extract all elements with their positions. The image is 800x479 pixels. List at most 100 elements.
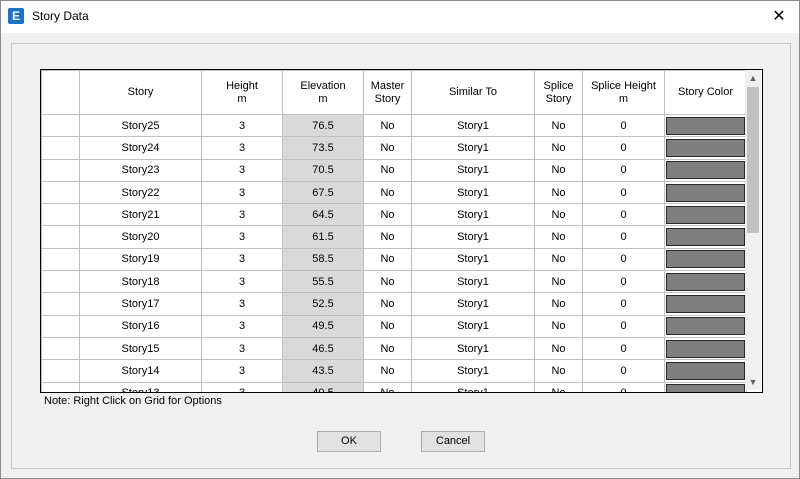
cell-splice[interactable]: No	[534, 292, 583, 316]
column-header-5[interactable]: Similar To	[411, 70, 535, 115]
cell-splice-height[interactable]: 0	[582, 247, 665, 272]
cell-story[interactable]: Story13	[79, 381, 202, 392]
cell-master[interactable]: No	[363, 203, 412, 227]
cell-story[interactable]: Story14	[79, 359, 202, 383]
cell-height[interactable]: 3	[201, 136, 283, 160]
cell-similar[interactable]: Story1	[411, 158, 535, 182]
cell-splice[interactable]: No	[534, 113, 583, 138]
cell-story-color[interactable]	[664, 247, 747, 272]
cell-similar[interactable]: Story1	[411, 314, 535, 338]
row-selector[interactable]	[41, 113, 80, 138]
cell-story[interactable]: Story24	[79, 136, 202, 160]
ok-button[interactable]: OK	[317, 431, 381, 452]
table-row[interactable]: Story25 3 76.5 No Story1 No 0	[41, 113, 747, 138]
cell-master[interactable]: No	[363, 314, 412, 338]
cell-splice-height[interactable]: 0	[582, 136, 665, 160]
cell-story-color[interactable]	[664, 136, 747, 160]
cell-master[interactable]: No	[363, 113, 412, 138]
cell-story[interactable]: Story19	[79, 247, 202, 272]
cell-story[interactable]: Story15	[79, 336, 202, 361]
cell-height[interactable]: 3	[201, 336, 283, 361]
color-swatch[interactable]	[666, 384, 745, 392]
cell-story-color[interactable]	[664, 225, 747, 249]
table-row[interactable]: Story16 3 49.5 No Story1 No 0	[41, 314, 747, 338]
cell-height[interactable]: 3	[201, 158, 283, 182]
cell-height[interactable]: 3	[201, 225, 283, 249]
cell-story[interactable]: Story22	[79, 180, 202, 205]
color-swatch[interactable]	[666, 183, 745, 202]
column-header-2[interactable]: Height m	[201, 70, 283, 115]
cell-story-color[interactable]	[664, 113, 747, 138]
cell-story-color[interactable]	[664, 158, 747, 182]
cell-splice-height[interactable]: 0	[582, 336, 665, 361]
story-grid[interactable]: Story Height m Elevation m Master Story Similar…	[40, 69, 763, 393]
cell-similar[interactable]: Story1	[411, 336, 535, 361]
cell-splice[interactable]: No	[534, 270, 583, 294]
cell-story-color[interactable]	[664, 336, 747, 361]
cell-story-color[interactable]	[664, 180, 747, 205]
table-row[interactable]: Story23 3 70.5 No Story1 No 0	[41, 158, 747, 182]
cell-story-color[interactable]	[664, 359, 747, 383]
cancel-button[interactable]: Cancel	[421, 431, 485, 452]
cell-splice-height[interactable]: 0	[582, 203, 665, 227]
table-row[interactable]: Story19 3 58.5 No Story1 No 0	[41, 247, 747, 272]
cell-master[interactable]: No	[363, 225, 412, 249]
cell-similar[interactable]: Story1	[411, 203, 535, 227]
column-header-1[interactable]: Story	[79, 70, 202, 115]
cell-splice[interactable]: No	[534, 158, 583, 182]
cell-height[interactable]: 3	[201, 292, 283, 316]
cell-splice-height[interactable]: 0	[582, 314, 665, 338]
cell-story[interactable]: Story21	[79, 203, 202, 227]
cell-splice[interactable]: No	[534, 225, 583, 249]
row-selector[interactable]	[41, 381, 80, 392]
table-row[interactable]: Story13340.5NoStory1No0	[41, 381, 747, 392]
cell-splice[interactable]: No	[534, 136, 583, 160]
cell-splice-height[interactable]: 0	[582, 359, 665, 383]
row-selector[interactable]	[41, 292, 80, 316]
cell-height[interactable]: 3	[201, 270, 283, 294]
column-header-0[interactable]	[41, 70, 80, 115]
cell-height[interactable]: 3	[201, 247, 283, 272]
cell-splice-height[interactable]: 0	[582, 381, 665, 392]
cell-splice[interactable]: No	[534, 203, 583, 227]
chevron-down-icon[interactable]: ▼	[745, 374, 761, 390]
cell-story[interactable]: Story18	[79, 270, 202, 294]
cell-height[interactable]: 3	[201, 381, 283, 392]
color-swatch[interactable]	[666, 250, 745, 269]
cell-similar[interactable]: Story1	[411, 292, 535, 316]
color-swatch[interactable]	[666, 317, 745, 336]
cell-story-color[interactable]	[664, 381, 747, 392]
cell-master[interactable]: No	[363, 270, 412, 294]
table-row[interactable]: Story21 3 64.5 No Story1 No 0	[41, 203, 747, 227]
cell-splice-height[interactable]: 0	[582, 113, 665, 138]
color-swatch[interactable]	[666, 205, 745, 224]
cell-master[interactable]: No	[363, 359, 412, 383]
vertical-scrollbar[interactable]: ▲ ▼	[745, 70, 761, 390]
row-selector[interactable]	[41, 225, 80, 249]
table-row[interactable]: Story17 3 52.5 No Story1 No 0	[41, 292, 747, 316]
table-row[interactable]: Story14 3 43.5 No Story1 No 0	[41, 359, 747, 383]
cell-master[interactable]: No	[363, 180, 412, 205]
row-selector[interactable]	[41, 336, 80, 361]
cell-story[interactable]: Story16	[79, 314, 202, 338]
cell-splice[interactable]: No	[534, 247, 583, 272]
cell-story[interactable]: Story17	[79, 292, 202, 316]
cell-story-color[interactable]	[664, 203, 747, 227]
cell-splice-height[interactable]: 0	[582, 180, 665, 205]
cell-splice[interactable]: No	[534, 336, 583, 361]
cell-splice-height[interactable]: 0	[582, 158, 665, 182]
table-row[interactable]: Story22 3 67.5 No Story1 No 0	[41, 180, 747, 205]
cell-master[interactable]: No	[363, 247, 412, 272]
cell-splice[interactable]: No	[534, 180, 583, 205]
cell-splice[interactable]: No	[534, 381, 583, 392]
scrollbar-thumb[interactable]	[747, 87, 759, 233]
cell-similar[interactable]: Story1	[411, 136, 535, 160]
column-header-7[interactable]: Splice Height m	[582, 70, 665, 115]
cell-similar[interactable]: Story1	[411, 270, 535, 294]
cell-splice[interactable]: No	[534, 314, 583, 338]
column-header-4[interactable]: Master Story	[363, 70, 412, 115]
row-selector[interactable]	[41, 136, 80, 160]
color-swatch[interactable]	[666, 228, 745, 247]
table-row[interactable]: Story15 3 46.5 No Story1 No 0	[41, 336, 747, 361]
cell-master[interactable]: No	[363, 336, 412, 361]
